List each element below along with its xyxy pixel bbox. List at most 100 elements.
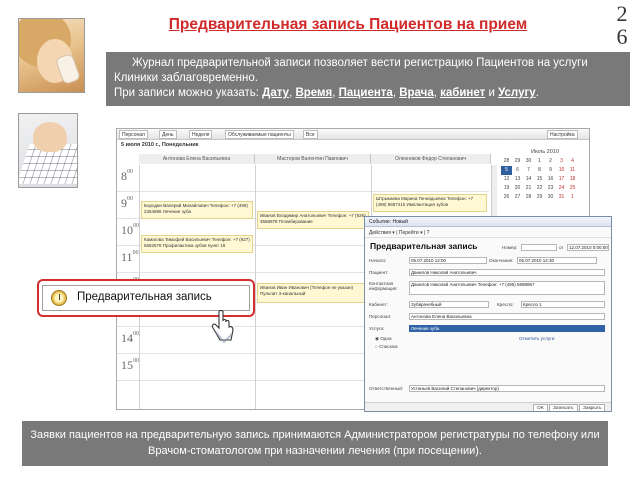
ok-button[interactable]: OK xyxy=(533,404,548,411)
cabinet-field[interactable]: Зубврачебный xyxy=(409,301,489,308)
calendar-day[interactable]: 20 xyxy=(512,184,523,193)
from-label: от xyxy=(559,245,564,250)
calendar-day[interactable]: 1 xyxy=(534,157,545,166)
calendar-day[interactable]: 19 xyxy=(501,184,512,193)
calendar-month-title: Июль 2010 xyxy=(531,149,559,155)
calendar-day[interactable]: 16 xyxy=(545,175,556,184)
hour-label: 11 xyxy=(121,250,133,264)
app-toolbar: Персонал День Неделя Обслуживаемые пацие… xyxy=(117,129,589,140)
toolbar-settings-button[interactable]: Настройка xyxy=(547,130,578,139)
calendar-day[interactable]: 29 xyxy=(534,193,545,202)
calendar-day[interactable]: 21 xyxy=(523,184,534,193)
field-date: Дату xyxy=(262,87,290,99)
calendar-day[interactable]: 30 xyxy=(523,157,534,166)
calendar-day[interactable]: 23 xyxy=(545,184,556,193)
calendar-day[interactable]: 29 xyxy=(512,157,523,166)
calendar-day[interactable]: 11 xyxy=(567,166,578,175)
doctor-column-header[interactable]: Антонова Елена Васильевна xyxy=(139,154,255,164)
calendar-day[interactable]: 8 xyxy=(534,166,545,175)
option-list-label: Списком xyxy=(379,344,398,349)
toolbar-staff-button[interactable]: Персонал xyxy=(119,130,148,139)
contact-field[interactable]: Данилов Николай Анатольевич Телефон: +7 … xyxy=(409,281,605,295)
staff-label: Персонал: xyxy=(369,314,392,319)
save-button[interactable]: Записать xyxy=(549,404,578,411)
close-button[interactable]: Закрыть xyxy=(579,404,606,411)
intro-line: Журнал предварительной записи позволяет … xyxy=(132,57,588,69)
calendar-day[interactable]: 27 xyxy=(512,193,523,202)
from-date-field[interactable]: 12.07.2010 0:00:00 xyxy=(567,244,609,251)
end-label: Окончание: xyxy=(489,258,514,263)
toolbar-week-button[interactable]: Неделя xyxy=(189,130,213,139)
calendar-day[interactable]: 22 xyxy=(534,184,545,193)
hand-cursor-icon xyxy=(211,310,234,344)
calendar-day[interactable]: 4 xyxy=(567,157,578,166)
calendar-day[interactable]: 7 xyxy=(523,166,534,175)
cabinet-label: Кабинет: xyxy=(369,302,388,307)
patient-field[interactable]: Данилов Николай Анатольевич xyxy=(409,269,605,276)
field-time: Время xyxy=(295,87,333,99)
service-field[interactable]: Лечение зуба xyxy=(409,325,605,332)
hour-label: 10 xyxy=(121,223,133,237)
start-field[interactable]: 05.07.2010 12:00 xyxy=(409,257,487,264)
toolbar-all-button[interactable]: Все xyxy=(303,130,318,139)
appointment-entry[interactable]: Штрыкаева Марина Геннадьевна Телефон: +7… xyxy=(373,194,487,212)
hour-label: 15 xyxy=(121,358,133,372)
intro-fields-line: При записи можно указать: Дату, Время, П… xyxy=(114,86,622,101)
toolbar-day-button[interactable]: День xyxy=(159,130,177,139)
appointment-dialog: Событие: Новый Действия ▾ | Перейти ▾ | … xyxy=(364,216,612,412)
dialog-toolbar[interactable]: Действия ▾ | Перейти ▾ | ? xyxy=(365,228,611,238)
calendar-day[interactable]: 14 xyxy=(523,175,534,184)
calendar-day[interactable]: 12 xyxy=(501,175,512,184)
calendar-day[interactable]: 2 xyxy=(545,157,556,166)
calendar-day[interactable]: 30 xyxy=(545,193,556,202)
calendar-day[interactable]: 3 xyxy=(556,157,567,166)
toolbar-served-patients-button[interactable]: Обслуживаемые пациенты xyxy=(225,130,294,139)
calendar-day[interactable]: 5 xyxy=(501,166,512,175)
calendar-day[interactable]: 15 xyxy=(534,175,545,184)
calendar-day[interactable]: 18 xyxy=(567,175,578,184)
appointment-entry[interactable]: Бородин Валерий Михайлович Телефон: +7 (… xyxy=(141,201,253,219)
chair-field[interactable]: Кресло 1 xyxy=(521,301,605,308)
end-field[interactable]: 05.07.2010 12:30 xyxy=(517,257,597,264)
separator: и xyxy=(485,87,499,99)
calendar-day[interactable]: 13 xyxy=(512,175,523,184)
option-one-radio[interactable]: ◉ Одна xyxy=(375,335,413,343)
calendar-day[interactable]: 17 xyxy=(556,175,567,184)
calendar-day[interactable]: 25 xyxy=(567,184,578,193)
hour-row[interactable]: 800 xyxy=(117,165,489,192)
appointment-entry[interactable]: Камагова Тимофей Васильевич Телефон: +7 … xyxy=(141,235,253,253)
appointment-entry[interactable]: Иванов Владимир Анатольевич Телефон: +7 … xyxy=(257,211,369,229)
calendar-day[interactable]: 31 xyxy=(556,193,567,202)
appointment-entry[interactable]: Иванов Иван Иванович (Телефон не указан)… xyxy=(257,283,369,303)
calendar-days[interactable]: 28 29 30 1 2 3 4 5 6 7 8 9 10 11 12 13 14 15 16 17 18 19 20 21 2… xyxy=(501,157,589,202)
calendar-day[interactable]: 26 xyxy=(501,193,512,202)
mark-services-link[interactable]: Отметить услуги xyxy=(519,335,579,343)
minutes-label: 00 xyxy=(127,196,133,202)
menu-item-label: Предварительная запись xyxy=(77,291,212,303)
slide-title: Предварительная запись Пациентов на прие… xyxy=(168,16,528,33)
staff-field[interactable]: Антонова Елена Васильевна xyxy=(409,313,605,320)
footer-text-box: Заявки пациентов на предварительную запи… xyxy=(22,421,608,466)
page-number-digit: 6 xyxy=(616,24,628,49)
option-list-radio[interactable]: ○ Списком xyxy=(375,343,413,351)
calendar-day[interactable]: 28 xyxy=(523,193,534,202)
number-field[interactable] xyxy=(521,244,557,251)
patient-label: Пациент: xyxy=(369,270,389,275)
calendar-day[interactable]: 24 xyxy=(556,184,567,193)
dialog-titlebar[interactable]: Событие: Новый xyxy=(365,217,611,227)
doctor-column-header[interactable]: Оленников Федор Степанович xyxy=(371,154,491,164)
page-number: 2 6 xyxy=(610,2,634,48)
doctor-column-header[interactable]: Мастеров Валентин Павлович xyxy=(255,154,371,164)
calendar-day[interactable]: 10 xyxy=(556,166,567,175)
calendar-day[interactable]: 1 xyxy=(567,193,578,202)
calendar-day[interactable]: 6 xyxy=(512,166,523,175)
page-number-digit: 2 xyxy=(616,1,628,26)
calendar-day[interactable]: 9 xyxy=(545,166,556,175)
menu-item-pre-registration[interactable]: Предварительная запись xyxy=(42,285,250,311)
calendar-day[interactable]: 28 xyxy=(501,157,512,166)
hour-label: 14 xyxy=(121,331,133,345)
chair-label: Кресло: xyxy=(497,302,514,307)
responsible-field[interactable]: Устиньев Василий Степанович (директор) xyxy=(409,385,605,392)
dialog-footer: OK Записать Закрыть xyxy=(365,402,611,411)
slide: Предварительная запись Пациентов на прие… xyxy=(0,0,640,480)
